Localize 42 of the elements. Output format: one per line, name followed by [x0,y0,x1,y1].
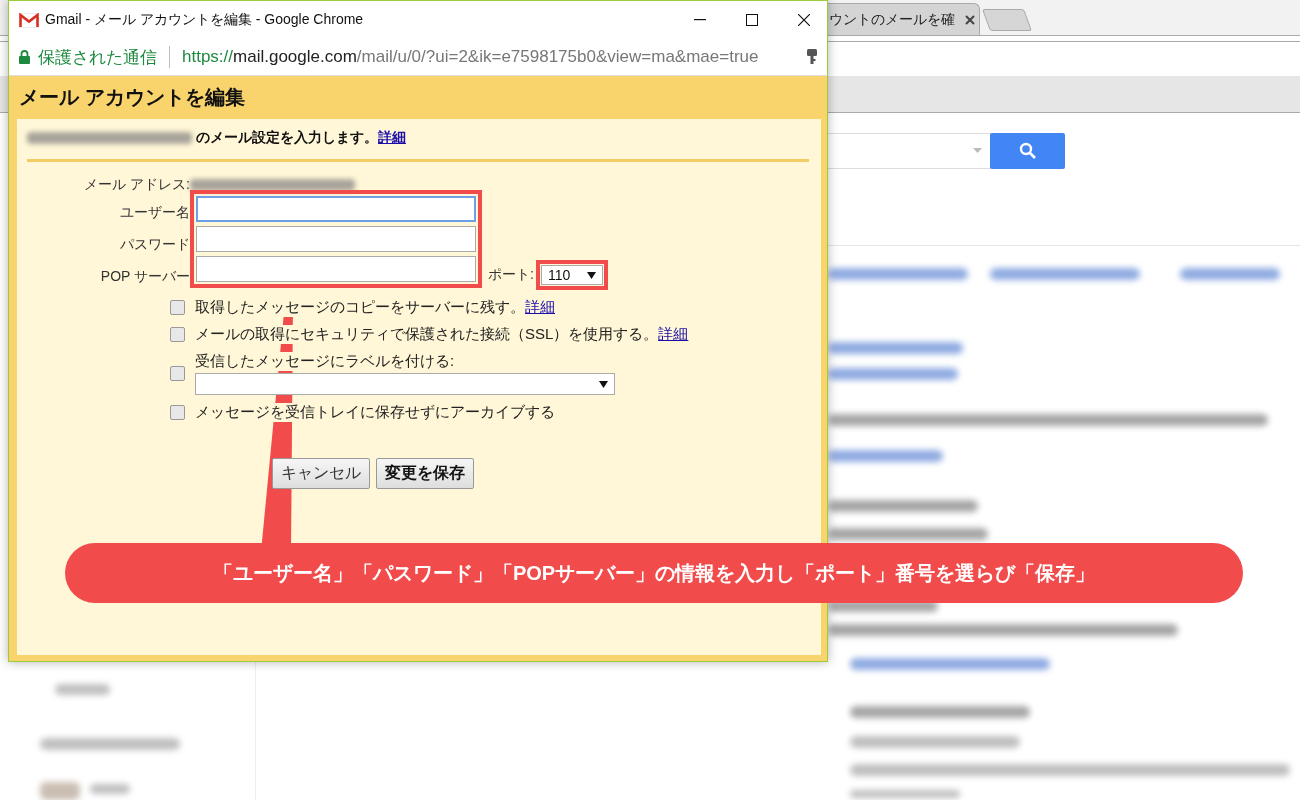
blurred-text [40,782,80,800]
field-label: ユーザー名 [119,203,190,222]
blurred-text [90,784,130,794]
checkbox[interactable] [170,366,185,381]
url-text: https://mail.google.com/mail/u/0/?ui=2&ik=e7598175b0&view=ma&mae=true [182,47,760,67]
search-icon [1018,142,1037,160]
input-field[interactable] [196,256,476,282]
caret-icon [586,271,596,279]
lock-icon [19,50,30,64]
dialog-heading: メール アカウントを編集 [18,85,246,110]
callout-text: 「ユーザー名」「パスワード」「POPサーバー」の情報を入力し「ポート」番号を選らび「保存」 [212,560,1096,586]
cancel-button[interactable]: キャンセル [272,458,370,489]
close-icon[interactable] [965,14,975,25]
label-select[interactable] [195,373,615,395]
field-label: ポート: [488,266,534,284]
minimize-icon [694,19,706,21]
security-label: 保護された通信 [38,46,157,69]
key-icon[interactable] [807,49,817,65]
caret-icon [599,380,608,388]
field-label: メール アドレス: [83,176,190,194]
blurred-text [55,684,110,695]
tab-title: ウントのメールを確 [829,10,955,29]
window-title: Gmail - メール アカウントを編集 - Google Chrome [45,11,365,29]
save-button[interactable]: 変更を保存 [376,458,474,489]
details-link[interactable]: 詳細 [658,325,689,344]
details-link[interactable]: 詳細 [525,298,555,317]
mail-icon [19,12,39,28]
field-label: POP サーバー [99,267,190,286]
details-link[interactable]: 詳細 [378,129,406,147]
maximize-icon [746,14,758,26]
checkbox[interactable] [170,405,185,420]
option-label: メッセージを受信トレイに保存せずにアーカイブする [195,403,555,422]
input-field[interactable] [196,196,476,222]
port-select[interactable]: 110 [540,265,603,285]
caret-icon [973,148,982,153]
field-label: パスワード [119,235,190,254]
close-icon [798,14,810,26]
intro-text: のメール設定を入力します。 [196,129,378,147]
search-button[interactable] [990,133,1065,169]
checkbox[interactable] [170,300,185,315]
checkbox[interactable] [170,327,185,342]
input-field[interactable] [196,226,476,252]
